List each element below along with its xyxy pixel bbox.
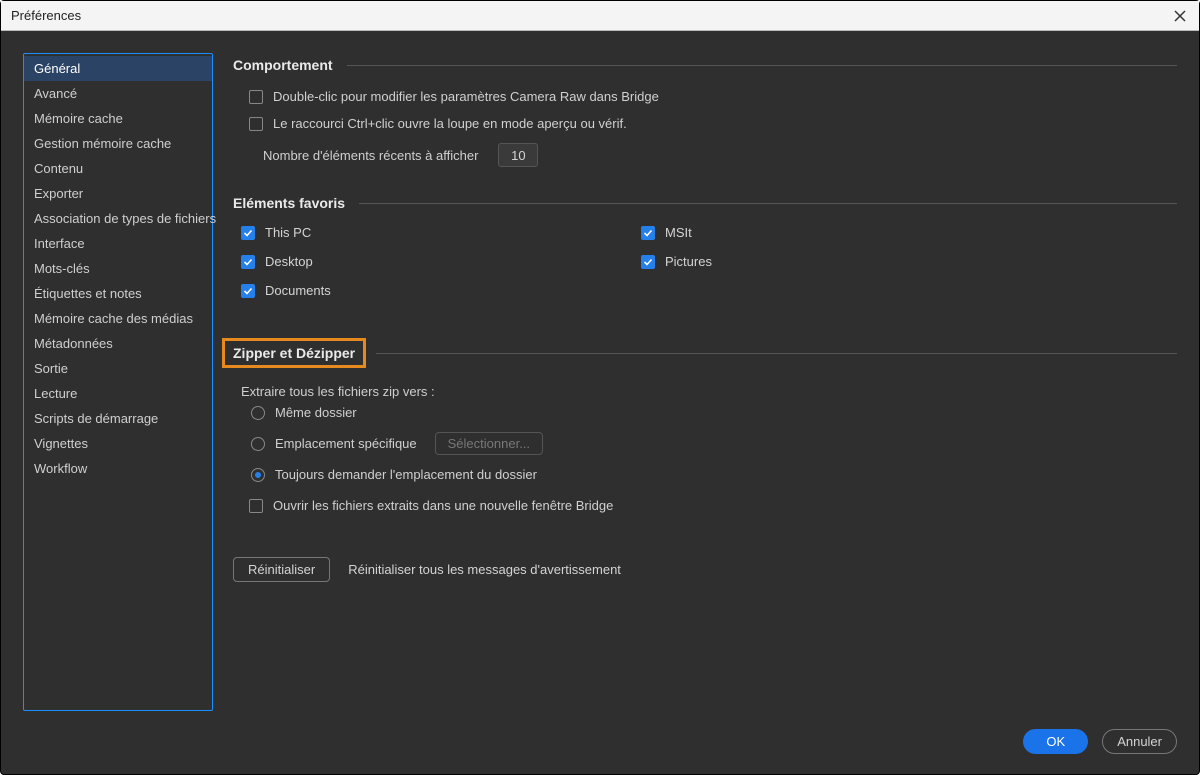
- checkbox-icon[interactable]: [249, 90, 263, 104]
- option-label: Le raccourci Ctrl+clic ouvre la loupe en…: [273, 116, 627, 131]
- divider: [359, 203, 1177, 204]
- radio-icon[interactable]: [251, 468, 265, 482]
- radio-same-folder[interactable]: Même dossier: [243, 405, 1177, 420]
- favorites-grid: This PC MSIt Desktop Pictures Documents: [233, 221, 1177, 302]
- checkbox-icon[interactable]: [249, 499, 263, 513]
- section-title: Zipper et Dézipper: [233, 345, 355, 361]
- reset-button[interactable]: Réinitialiser: [233, 557, 330, 582]
- checkbox-icon[interactable]: [641, 226, 655, 240]
- sidebar-item-interface[interactable]: Interface: [24, 231, 212, 256]
- sidebar-item-exporter[interactable]: Exporter: [24, 181, 212, 206]
- section-title: Comportement: [233, 57, 347, 73]
- option-doubleclick-raw[interactable]: Double-clic pour modifier les paramètres…: [233, 83, 1177, 110]
- sidebar-item-sortie[interactable]: Sortie: [24, 356, 212, 381]
- sidebar-item-metadonnees[interactable]: Métadonnées: [24, 331, 212, 356]
- option-recent-items: Nombre d'éléments récents à afficher 10: [233, 137, 1177, 173]
- highlight-box: Zipper et Dézipper: [222, 338, 366, 368]
- cancel-button[interactable]: Annuler: [1102, 729, 1177, 754]
- sidebar-item-etiquettes[interactable]: Étiquettes et notes: [24, 281, 212, 306]
- fav-documents[interactable]: Documents: [241, 283, 641, 298]
- reset-label: Réinitialiser tous les messages d'averti…: [348, 562, 621, 577]
- divider: [376, 353, 1177, 354]
- preferences-window: Préférences Général Avancé Mémoire cache…: [0, 0, 1200, 775]
- main-panel: Comportement Double-clic pour modifier l…: [233, 53, 1177, 711]
- fav-label: Desktop: [265, 254, 313, 269]
- fav-desktop[interactable]: Desktop: [241, 254, 641, 269]
- extract-label: Extraire tous les fichiers zip vers :: [233, 378, 1177, 399]
- fav-pictures[interactable]: Pictures: [641, 254, 941, 269]
- section-favoris: Eléments favoris: [233, 195, 1177, 211]
- reset-row: Réinitialiser Réinitialiser tous les mes…: [233, 557, 1177, 582]
- radio-label: Toujours demander l'emplacement du dossi…: [275, 467, 537, 482]
- fav-thispc[interactable]: This PC: [241, 225, 641, 240]
- sidebar-item-filetypes[interactable]: Association de types de fichiers: [24, 206, 212, 231]
- radio-icon[interactable]: [251, 406, 265, 420]
- fav-label: This PC: [265, 225, 311, 240]
- sidebar-item-vignettes[interactable]: Vignettes: [24, 431, 212, 456]
- recent-items-input[interactable]: 10: [498, 143, 538, 167]
- option-label: Nombre d'éléments récents à afficher: [263, 148, 478, 163]
- sidebar-item-memcache[interactable]: Mémoire cache: [24, 106, 212, 131]
- select-location-button: Sélectionner...: [435, 432, 543, 455]
- checkbox-icon[interactable]: [241, 284, 255, 298]
- radio-label: Même dossier: [275, 405, 357, 420]
- section-title: Eléments favoris: [233, 195, 359, 211]
- option-ctrlclick-loupe[interactable]: Le raccourci Ctrl+clic ouvre la loupe en…: [233, 110, 1177, 137]
- radio-icon[interactable]: [251, 437, 265, 451]
- fav-label: MSIt: [665, 225, 692, 240]
- sidebar-item-avance[interactable]: Avancé: [24, 81, 212, 106]
- sidebar-item-contenu[interactable]: Contenu: [24, 156, 212, 181]
- sidebar: Général Avancé Mémoire cache Gestion mém…: [23, 53, 213, 711]
- divider: [347, 65, 1177, 66]
- radio-label: Emplacement spécifique: [275, 436, 417, 451]
- radio-always-ask[interactable]: Toujours demander l'emplacement du dossi…: [243, 467, 1177, 482]
- close-icon[interactable]: [1171, 7, 1189, 25]
- sidebar-item-workflow[interactable]: Workflow: [24, 456, 212, 481]
- sidebar-item-mots-cles[interactable]: Mots-clés: [24, 256, 212, 281]
- radio-specific-location[interactable]: Emplacement spécifique Sélectionner...: [243, 432, 1177, 455]
- sidebar-item-lecture[interactable]: Lecture: [24, 381, 212, 406]
- checkbox-icon[interactable]: [241, 255, 255, 269]
- option-label: Double-clic pour modifier les paramètres…: [273, 89, 659, 104]
- sidebar-item-scripts[interactable]: Scripts de démarrage: [24, 406, 212, 431]
- sidebar-item-gestion-memcache[interactable]: Gestion mémoire cache: [24, 131, 212, 156]
- window-title: Préférences: [11, 8, 81, 23]
- checkbox-icon[interactable]: [241, 226, 255, 240]
- checkbox-icon[interactable]: [249, 117, 263, 131]
- section-comportement: Comportement: [233, 57, 1177, 73]
- option-label: Ouvrir les fichiers extraits dans une no…: [273, 498, 613, 513]
- footer: OK Annuler: [1, 729, 1199, 774]
- titlebar: Préférences: [1, 1, 1199, 31]
- fav-msit[interactable]: MSIt: [641, 225, 941, 240]
- section-zip: Zipper et Dézipper: [233, 338, 1177, 368]
- sidebar-item-memcache-medias[interactable]: Mémoire cache des médias: [24, 306, 212, 331]
- fav-label: Pictures: [665, 254, 712, 269]
- fav-label: Documents: [265, 283, 331, 298]
- option-open-extracted[interactable]: Ouvrir les fichiers extraits dans une no…: [233, 492, 1177, 519]
- ok-button[interactable]: OK: [1023, 729, 1088, 754]
- sidebar-item-general[interactable]: Général: [24, 56, 212, 81]
- checkbox-icon[interactable]: [641, 255, 655, 269]
